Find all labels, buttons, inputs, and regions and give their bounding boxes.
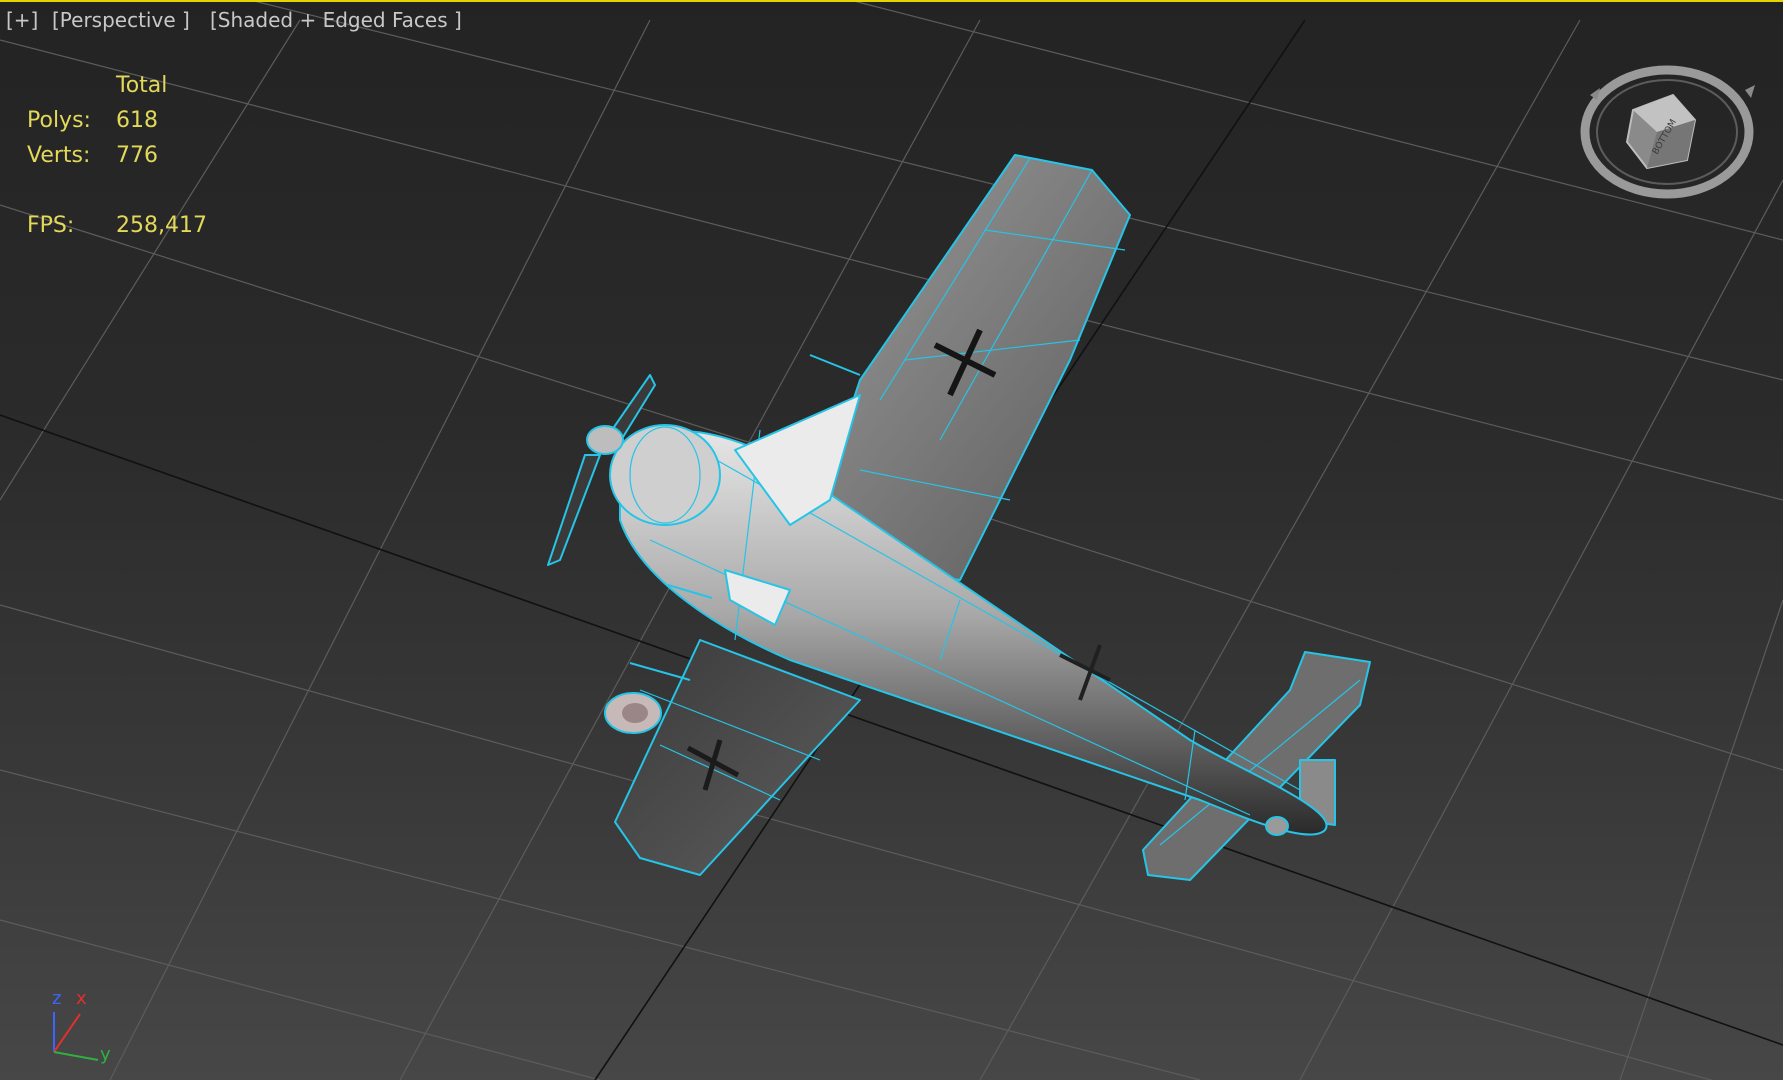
left-wing [614,639,861,876]
viewcube-arrow-icon [1745,85,1755,98]
verts-value: 776 [116,143,158,168]
engine-cowling [609,424,721,526]
polys-label: Polys: [27,108,91,133]
perspective-viewport[interactable]: [+] [Perspective ] [Shaded + Edged Faces… [0,0,1783,1080]
viewcube[interactable]: BOTTOM [1575,60,1760,209]
verts-label: Verts: [27,143,91,168]
tail-wheel [1265,816,1289,836]
z-axis-label: z [52,988,62,1009]
axis-tripod: z x y [40,988,120,1069]
y-axis-line [53,1051,99,1061]
fps-label: FPS: [27,213,75,238]
fps-value: 258,417 [116,213,207,238]
viewport-menu-label[interactable]: [+] [6,8,38,32]
airplane-model [547,154,1371,881]
stats-header: Total [116,73,168,98]
viewport-scene[interactable] [0,0,1783,1080]
y-axis-label: y [100,1044,111,1065]
viewport-view-label[interactable]: [Perspective ] [52,8,190,32]
polys-value: 618 [116,108,158,133]
x-axis-line [53,1013,81,1053]
x-axis-label: x [76,988,87,1009]
viewport-shading-label[interactable]: [Shaded + Edged Faces ] [210,8,462,32]
